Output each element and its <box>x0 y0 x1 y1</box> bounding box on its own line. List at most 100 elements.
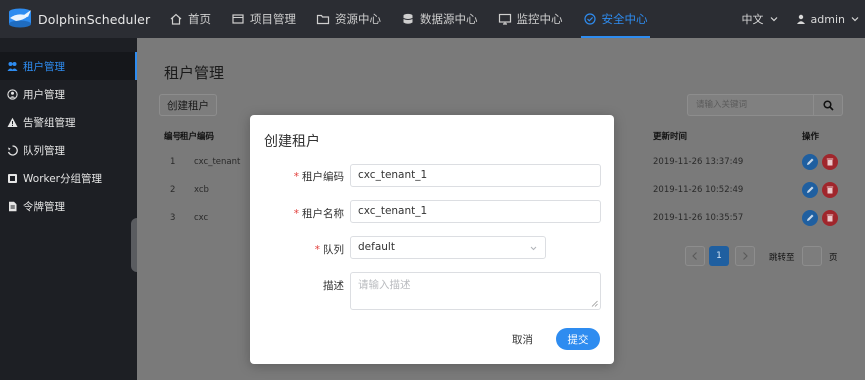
create-tenant-dialog: 创建租户 * 租户编码 cxc_tenant_1 * 租户名称 cxc_tenant… <box>250 115 614 364</box>
queue-icon <box>7 144 18 156</box>
required-mark: * <box>314 244 320 256</box>
sidebar-item-user[interactable]: 用户管理 <box>0 80 137 108</box>
edit-icon <box>807 214 814 221</box>
tenant-code-input[interactable]: cxc_tenant_1 <box>350 164 601 187</box>
dialog-title: 创建租户 <box>264 134 320 150</box>
chevron-right-icon <box>743 252 748 260</box>
nav-label: 首页 <box>188 12 211 26</box>
jump-page-input[interactable] <box>802 246 822 266</box>
tenant-name-label: * 租户名称 <box>293 208 344 220</box>
edit-button[interactable] <box>802 154 818 170</box>
description-placeholder: 请输入描述 <box>358 279 411 291</box>
nav-item-security[interactable]: 安全中心 <box>573 0 658 38</box>
language-label: 中文 <box>741 13 764 26</box>
edit-icon <box>807 186 814 193</box>
top-navbar: DolphinScheduler 首页 项目管理 资源中心 数据源中心 监控中心… <box>0 0 865 38</box>
nav-item-project[interactable]: 项目管理 <box>221 0 306 38</box>
sidebar-item-alert-group[interactable]: 告警组管理 <box>0 108 137 136</box>
prev-page-button[interactable] <box>685 246 705 266</box>
chevron-left-icon <box>692 252 697 260</box>
nav-label: 资源中心 <box>335 12 381 26</box>
edit-icon <box>807 158 814 165</box>
sidebar-item-tenant[interactable]: 租户管理 <box>0 52 137 80</box>
folder-icon <box>316 14 330 25</box>
chevron-down-icon <box>770 17 777 22</box>
brand[interactable]: DolphinScheduler <box>0 6 150 32</box>
queue-select[interactable]: default <box>350 236 546 259</box>
project-icon <box>232 14 244 24</box>
monitor-icon <box>498 13 511 25</box>
sidebar-item-label: 令牌管理 <box>23 200 65 213</box>
search-input[interactable]: 请输入关键词 <box>687 94 813 116</box>
database-icon <box>403 13 413 24</box>
required-mark: * <box>293 208 299 220</box>
tenant-code-label: * 租户编码 <box>293 171 344 183</box>
language-switcher[interactable]: 中文 <box>742 11 778 27</box>
delete-button[interactable] <box>822 154 838 170</box>
nav-label: 安全中心 <box>601 12 648 26</box>
row-code: cxc <box>194 213 209 223</box>
create-tenant-button[interactable]: 创建租户 <box>159 94 217 116</box>
column-header-actions: 操作 <box>802 132 820 142</box>
row-updated: 2019-11-26 10:35:57 <box>653 213 744 223</box>
sidebar-item-label: 用户管理 <box>23 88 65 101</box>
token-icon <box>9 201 17 211</box>
row-updated: 2019-11-26 13:37:49 <box>653 157 744 167</box>
row-no: 2 <box>170 185 176 195</box>
page-title: 租户管理 <box>164 64 225 82</box>
trash-icon <box>826 186 834 194</box>
next-page-button[interactable] <box>735 246 755 266</box>
edit-button[interactable] <box>802 210 818 226</box>
queue-label: * 队列 <box>314 244 344 256</box>
description-label: 描述 <box>323 280 344 292</box>
required-mark: * <box>293 171 299 183</box>
search-button[interactable] <box>813 94 843 116</box>
row-code: cxc_tenant <box>194 157 241 167</box>
queue-selected-value: default <box>358 241 395 253</box>
dolphin-logo-icon <box>6 6 34 32</box>
page-suffix-label: 页 <box>829 253 838 263</box>
resize-handle-icon[interactable] <box>591 300 598 307</box>
nav-item-resource[interactable]: 资源中心 <box>306 0 391 38</box>
worker-group-icon <box>8 173 17 183</box>
sidebar-item-token[interactable]: 令牌管理 <box>0 192 137 220</box>
submit-button[interactable]: 提交 <box>556 328 600 350</box>
sidebar-item-label: 队列管理 <box>23 144 65 157</box>
nav-label: 监控中心 <box>516 12 563 26</box>
nav-item-home[interactable]: 首页 <box>159 0 221 38</box>
edit-button[interactable] <box>802 182 818 198</box>
row-updated: 2019-11-26 10:52:49 <box>653 185 744 195</box>
brand-name: DolphinScheduler <box>38 11 151 27</box>
warning-icon <box>7 117 18 127</box>
sidebar-item-label: Worker分组管理 <box>23 172 102 185</box>
row-no: 1 <box>170 157 176 167</box>
page-number-current[interactable]: 1 <box>709 246 729 266</box>
user-icon <box>7 88 18 100</box>
description-textarea[interactable]: 请输入描述 <box>350 272 601 310</box>
delete-button[interactable] <box>822 182 838 198</box>
user-icon <box>796 14 805 24</box>
jump-to-label: 跳转至 <box>769 253 795 263</box>
user-menu[interactable]: admin <box>796 13 859 26</box>
sidebar-item-worker-group[interactable]: Worker分组管理 <box>0 164 137 192</box>
sidebar: 租户管理 用户管理 告警组管理 队列管理 Worker分组管理 令牌管理 <box>0 38 137 380</box>
column-header-no: 编号 <box>164 132 182 142</box>
column-header-updated: 更新时间 <box>653 132 688 142</box>
tenant-icon <box>7 61 18 71</box>
sidebar-item-label: 租户管理 <box>23 60 65 73</box>
search-icon <box>822 99 834 111</box>
shield-icon <box>583 13 596 25</box>
chevron-down-icon <box>851 17 859 22</box>
nav-label: 数据源中心 <box>420 12 478 26</box>
nav-item-datasource[interactable]: 数据源中心 <box>391 0 488 38</box>
delete-button[interactable] <box>822 210 838 226</box>
home-icon <box>170 13 182 25</box>
chevron-down-icon <box>530 246 537 251</box>
nav-item-monitor[interactable]: 监控中心 <box>488 0 573 38</box>
nav-label: 项目管理 <box>250 12 296 26</box>
trash-icon <box>826 214 834 222</box>
sidebar-item-label: 告警组管理 <box>23 116 76 129</box>
sidebar-item-queue[interactable]: 队列管理 <box>0 136 137 164</box>
cancel-button[interactable]: 取消 <box>512 332 533 347</box>
tenant-name-input[interactable]: cxc_tenant_1 <box>350 200 601 223</box>
